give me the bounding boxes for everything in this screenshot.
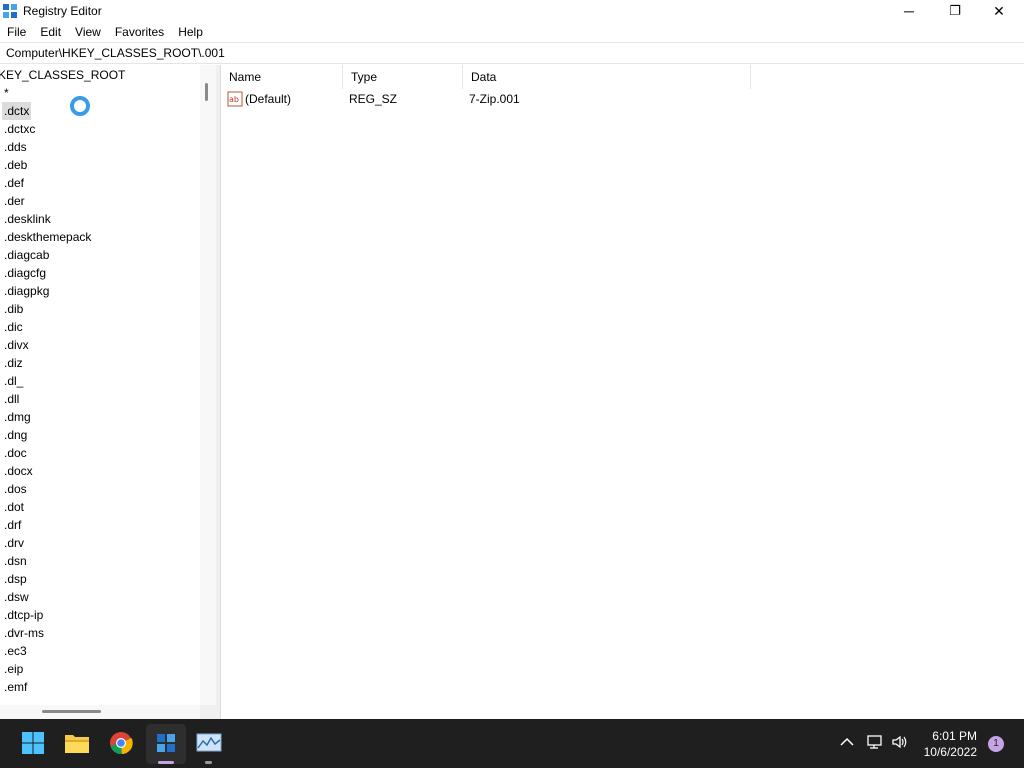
tree-item[interactable]: .dtcp-ip	[2, 606, 45, 624]
menu-favorites[interactable]: Favorites	[115, 25, 164, 39]
tree-item[interactable]: *	[2, 84, 11, 102]
tree-item[interactable]: .dic	[2, 318, 25, 336]
tree-item[interactable]: .dds	[2, 138, 29, 156]
tree-item[interactable]: .dsw	[2, 588, 31, 606]
value-name: (Default)	[245, 92, 292, 106]
key-tree-pane[interactable]: KEY_CLASSES_ROOT * .dctx .dctxc .dds .deb .de…	[0, 65, 216, 719]
tree-item[interactable]: .deb	[2, 156, 29, 174]
tree-item[interactable]: .dmg	[2, 408, 33, 426]
tree-item[interactable]: .dctx	[2, 102, 32, 120]
tree-item[interactable]: .dvr-ms	[2, 624, 46, 642]
tree-item[interactable]: .diagcfg	[2, 264, 48, 282]
tree-vertical-scrollbar[interactable]	[200, 65, 216, 705]
tree-horizontal-scrollbar[interactable]	[0, 705, 200, 719]
value-row[interactable]: ab (Default) REG_SZ 7-Zip.001	[221, 90, 821, 108]
tree-item[interactable]: .drf	[2, 516, 23, 534]
key-tree[interactable]: KEY_CLASSES_ROOT * .dctx .dctxc .dds .deb .de…	[0, 65, 200, 719]
active-app-indicator	[158, 761, 174, 764]
tree-item[interactable]: .doc	[2, 444, 29, 462]
tree-item[interactable]: .dsn	[2, 552, 29, 570]
svg-text:ab: ab	[229, 95, 239, 104]
file-explorer-icon[interactable]	[64, 730, 90, 756]
tree-item[interactable]: .emf	[2, 678, 29, 696]
tree-item[interactable]: .dos	[2, 480, 29, 498]
registry-editor-taskbar-icon[interactable]	[153, 730, 179, 756]
clock-date: 10/6/2022	[923, 745, 977, 759]
string-value-icon: ab	[227, 91, 243, 107]
tree-item[interactable]: .dot	[2, 498, 26, 516]
tree-item[interactable]: .dng	[2, 426, 29, 444]
close-button[interactable]: ✕	[976, 0, 1022, 22]
values-pane[interactable]: Name Type Data ab (Default) REG_SZ 7-Zip…	[220, 65, 1024, 719]
column-header-type[interactable]: Type	[343, 65, 463, 89]
address-path[interactable]: Computer\HKEY_CLASSES_ROOT\.001	[6, 46, 225, 60]
chrome-icon[interactable]	[108, 730, 134, 756]
column-header-data[interactable]: Data	[463, 65, 751, 89]
tree-horizontal-scroll-thumb[interactable]	[42, 710, 101, 713]
notification-badge[interactable]: 1	[988, 736, 1004, 752]
scroll-corner	[200, 705, 216, 719]
network-icon[interactable]	[866, 734, 884, 750]
maximize-button[interactable]: ❐	[932, 0, 978, 22]
tree-item[interactable]: .dib	[2, 300, 25, 318]
volume-icon[interactable]	[891, 734, 909, 750]
title-bar: Registry Editor ─ ❐ ✕	[0, 0, 1024, 22]
busy-spinner-icon	[70, 96, 90, 116]
tree-item[interactable]: .docx	[2, 462, 35, 480]
resource-monitor-icon[interactable]	[196, 730, 222, 756]
tree-item[interactable]: .deskthemepack	[2, 228, 93, 246]
tree-item[interactable]: .eip	[2, 660, 25, 678]
taskbar: 6:01 PM 10/6/2022	[0, 719, 1024, 768]
tree-item[interactable]: .dll	[2, 390, 21, 408]
menu-edit[interactable]: Edit	[40, 25, 61, 39]
chevron-up-icon[interactable]	[840, 737, 854, 747]
menu-file[interactable]: File	[7, 25, 26, 39]
column-header-name[interactable]: Name	[221, 65, 343, 89]
value-type: REG_SZ	[349, 92, 398, 106]
tree-item[interactable]: .diagpkg	[2, 282, 51, 300]
tree-root-item[interactable]: KEY_CLASSES_ROOT	[0, 66, 127, 84]
menu-bar: File Edit View Favorites Help	[0, 22, 1024, 42]
window-title: Registry Editor	[23, 4, 102, 18]
tree-item[interactable]: .ec3	[2, 642, 29, 660]
tree-item[interactable]: .dl_	[2, 372, 25, 390]
tree-vertical-scroll-thumb[interactable]	[205, 83, 208, 101]
tree-item[interactable]: .drv	[2, 534, 26, 552]
menu-view[interactable]: View	[75, 25, 101, 39]
start-button[interactable]	[20, 730, 46, 756]
windows-logo-icon	[22, 732, 44, 754]
tree-item[interactable]: .divx	[2, 336, 31, 354]
tree-item[interactable]: .def	[2, 174, 26, 192]
tree-item[interactable]: .diagcab	[2, 246, 51, 264]
tree-item[interactable]: .dctxc	[2, 120, 37, 138]
tree-item[interactable]: .der	[2, 192, 27, 210]
tree-item[interactable]: .dsp	[2, 570, 29, 588]
address-bar[interactable]: Computer\HKEY_CLASSES_ROOT\.001	[0, 42, 1024, 64]
minimize-button[interactable]: ─	[886, 0, 932, 22]
tree-item[interactable]: .desklink	[2, 210, 53, 228]
running-app-indicator	[205, 761, 212, 764]
value-data: 7-Zip.001	[469, 92, 520, 106]
clock-time: 6:01 PM	[932, 729, 977, 743]
menu-help[interactable]: Help	[178, 25, 203, 39]
clock[interactable]: 6:01 PM 10/6/2022	[924, 728, 977, 760]
tree-item[interactable]: .diz	[2, 354, 25, 372]
registry-editor-icon	[3, 4, 17, 18]
